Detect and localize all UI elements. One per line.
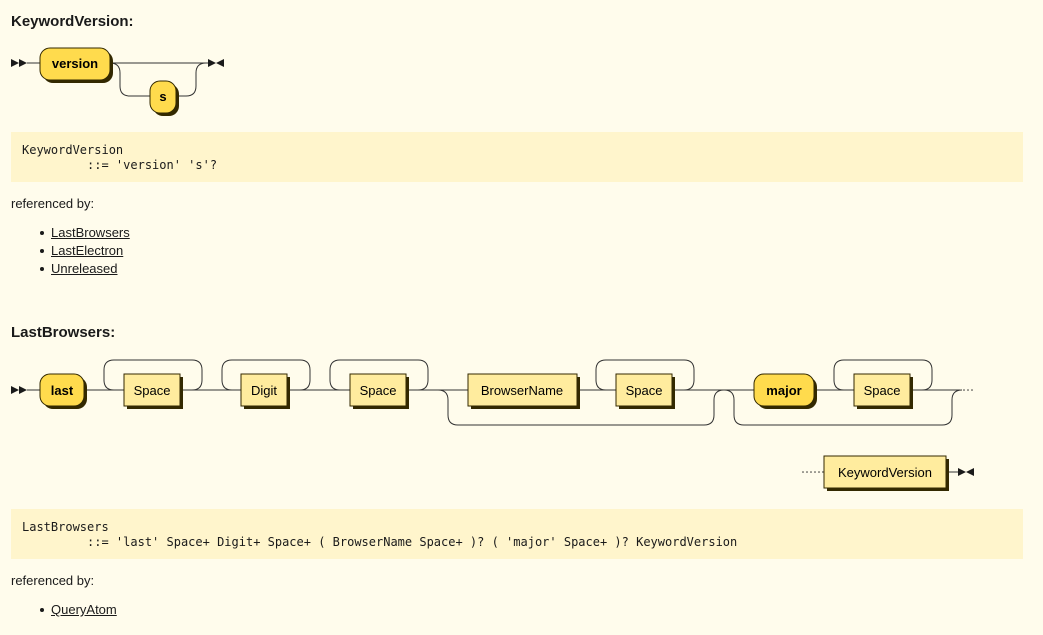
terminal-major[interactable]: major <box>753 373 817 409</box>
section-title-lastbrowsers: LastBrowsers: <box>11 324 116 341</box>
ebnf-rule-name: KeywordVersion <box>22 143 124 157</box>
terminal-last-label: last <box>51 383 74 398</box>
terminal-major-label: major <box>766 383 801 398</box>
reference-item: QueryAtom <box>40 601 117 619</box>
nonterminal-space-2[interactable]: Space <box>349 373 409 409</box>
section-title-keywordversion: KeywordVersion: <box>11 13 134 30</box>
page: KeywordVersion: version s KeywordVersion… <box>0 0 1043 635</box>
nonterminal-space-2-label: Space <box>360 383 397 398</box>
nonterminal-browsername-label: BrowserName <box>481 383 563 398</box>
nonterminal-space-3[interactable]: Space <box>615 373 675 409</box>
reference-link-unreleased[interactable]: Unreleased <box>51 261 118 276</box>
terminal-version-label: version <box>52 56 98 71</box>
reference-link-lastelectron[interactable]: LastElectron <box>51 243 123 258</box>
nonterminal-digit-label: Digit <box>251 383 277 398</box>
terminal-s-label: s <box>159 89 166 104</box>
reference-item: Unreleased <box>40 260 130 278</box>
reference-item: LastElectron <box>40 242 130 260</box>
reference-list-keywordversion: LastBrowsers LastElectron Unreleased <box>40 224 130 278</box>
nonterminal-space-3-label: Space <box>626 383 663 398</box>
nonterminal-space-4[interactable]: Space <box>853 373 913 409</box>
reference-link-lastbrowsers[interactable]: LastBrowsers <box>51 225 130 240</box>
reference-item: LastBrowsers <box>40 224 130 242</box>
nonterminal-keywordversion[interactable]: KeywordVersion <box>823 455 949 491</box>
terminal-last[interactable]: last <box>39 373 87 409</box>
ebnf-code-lastbrowsers: LastBrowsers ::= 'last' Space+ Digit+ Sp… <box>11 509 1023 559</box>
ebnf-rule-name: LastBrowsers <box>22 520 109 534</box>
railroad-diagram-keywordversion: version s <box>11 47 224 116</box>
terminal-version[interactable]: version <box>39 47 113 83</box>
nonterminal-browsername[interactable]: BrowserName <box>467 373 580 409</box>
nonterminal-digit[interactable]: Digit <box>240 373 290 409</box>
railroad-diagram-lastbrowsers: last Space Digit Space BrowserName Space… <box>11 359 974 491</box>
nonterminal-keywordversion-label: KeywordVersion <box>838 465 932 480</box>
terminal-s[interactable]: s <box>149 80 179 116</box>
nonterminal-space-4-label: Space <box>864 383 901 398</box>
ebnf-rule-definition: ::= 'last' Space+ Digit+ Space+ ( Browse… <box>22 535 738 549</box>
reference-list-lastbrowsers: QueryAtom <box>40 601 117 619</box>
nonterminal-space-1-label: Space <box>134 383 171 398</box>
ebnf-rule-definition: ::= 'version' 's'? <box>22 158 218 172</box>
referenced-by-label: referenced by: <box>11 196 95 211</box>
nonterminal-space-1[interactable]: Space <box>123 373 183 409</box>
referenced-by-label: referenced by: <box>11 573 95 588</box>
reference-link-queryatom[interactable]: QueryAtom <box>51 602 117 617</box>
ebnf-code-keywordversion: KeywordVersion ::= 'version' 's'? <box>11 132 1023 182</box>
